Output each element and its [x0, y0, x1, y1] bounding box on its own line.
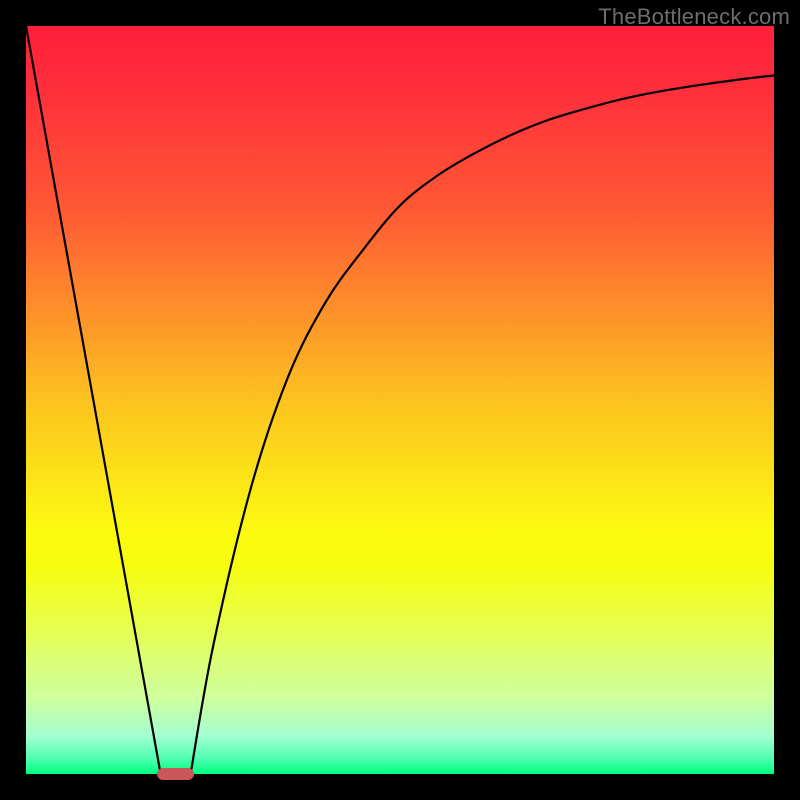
chart-left-leg	[26, 26, 161, 774]
chart-right-curve	[191, 75, 774, 774]
watermark-text: TheBottleneck.com	[598, 4, 790, 30]
chart-curves-svg	[26, 26, 774, 774]
chart-marker	[157, 768, 194, 780]
chart-frame: TheBottleneck.com	[0, 0, 800, 800]
